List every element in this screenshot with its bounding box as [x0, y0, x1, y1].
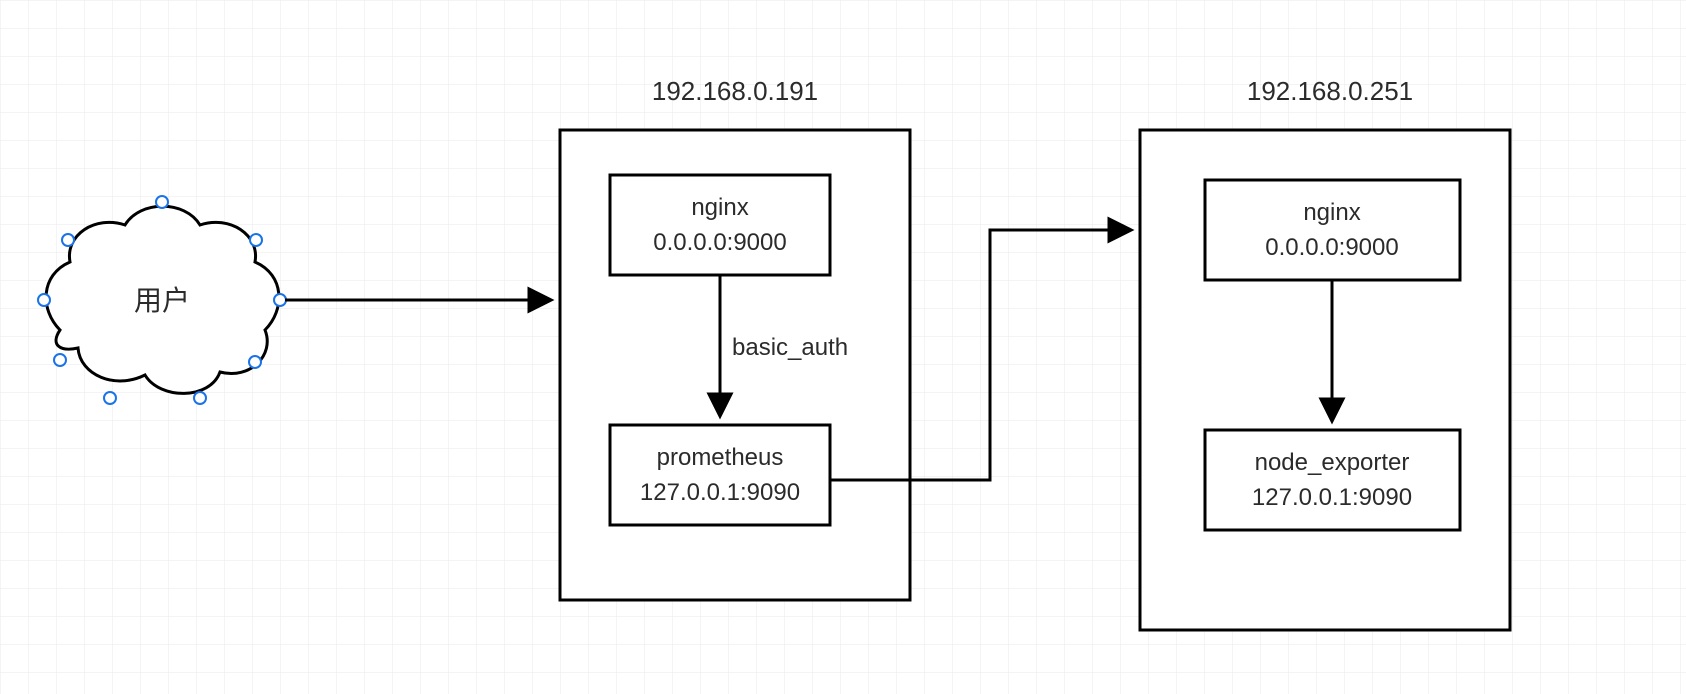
- server2-node-exporter-box: [1205, 430, 1460, 530]
- server2-node-exporter-name: node_exporter: [1255, 449, 1410, 476]
- server1-prometheus-box: [610, 425, 830, 525]
- server1-nginx-bind: 0.0.0.0:9000: [653, 229, 786, 256]
- server2-nginx-name: nginx: [1303, 199, 1360, 226]
- server2-nginx-bind: 0.0.0.0:9000: [1265, 234, 1398, 261]
- server1-nginx-box: [610, 175, 830, 275]
- diagram-canvas: 用户 192.168.0.191 nginx 0.0.0.0:9000 basi…: [0, 0, 1686, 694]
- user-cloud-label: 用户: [134, 285, 190, 316]
- server2-ip: 192.168.0.251: [1247, 76, 1413, 106]
- server2-nginx-box: [1205, 180, 1460, 280]
- server1-prometheus-bind: 127.0.0.1:9090: [640, 479, 800, 506]
- server1-ip: 192.168.0.191: [652, 76, 818, 106]
- basic-auth-label: basic_auth: [732, 334, 848, 361]
- server2-node-exporter-bind: 127.0.0.1:9090: [1252, 484, 1412, 511]
- server1-nginx-name: nginx: [691, 194, 748, 221]
- server1-prometheus-name: prometheus: [657, 444, 784, 471]
